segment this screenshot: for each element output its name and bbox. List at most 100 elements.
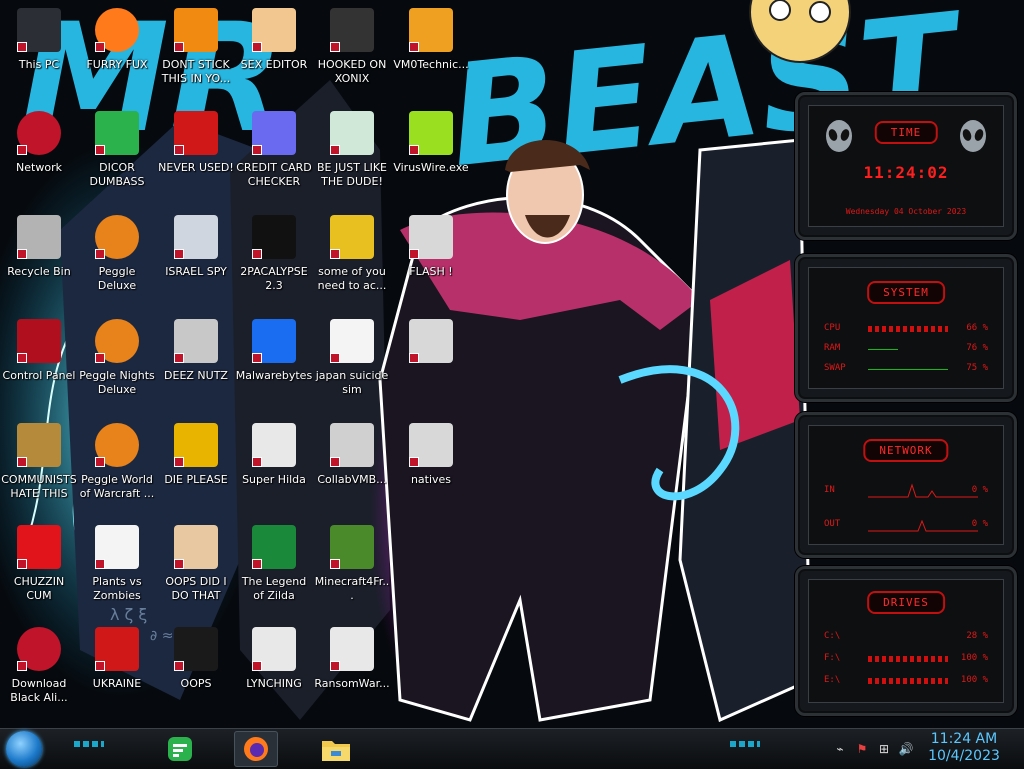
desktop-icon-deez-nutz[interactable]: DEEZ NUTZ [157,315,235,413]
shortcut-arrow-icon [330,661,340,671]
shortcut-arrow-icon [409,145,419,155]
drive-c-value: 28 % [966,631,988,641]
desktop-icon-label: CollabVMB... [317,473,387,486]
hxd-icon [252,8,296,52]
desktop-icon-lynching[interactable]: LYNCHING [235,623,313,721]
firefox-icon [95,8,139,52]
drives-gadget-title: DRIVES [867,591,945,614]
desktop-icon-die-please[interactable]: DIE PLEASE [157,419,235,517]
dog-icon [330,215,374,259]
desktop-icon-recycle-bin[interactable]: Recycle Bin [0,211,78,309]
desktop-icon-plants-zombies[interactable]: Plants vs Zombies [78,521,156,619]
ram-value: 76 % [966,343,988,353]
drive-f-label: F:\ [824,653,841,663]
network-in-label: IN [824,485,835,495]
time-gadget[interactable]: TIME 11:24:02 Wednesday 04 October 2023 [795,92,1017,240]
desktop-icon-minecraft[interactable]: Minecraft4Fr... [313,521,391,619]
desktop-icon-oops-did[interactable]: OOPS DID I DO THAT [157,521,235,619]
desktop-icon-blank[interactable] [392,315,470,413]
recycle-bin-icon [17,215,61,259]
desktop-icon-control-panel[interactable]: Control Panel [0,315,78,413]
cursor-icon[interactable]: ⌁ [832,741,848,757]
desktop-icon-ukraine[interactable]: UKRAINE [78,623,156,721]
generic-file-icon [409,423,453,467]
generic-file-icon [409,215,453,259]
desktop-icon-vm0technic[interactable]: VM0Technic... [392,4,470,102]
peggle-icon [95,423,139,467]
network-gadget[interactable]: NETWORK IN 0 % OUT 0 % [795,412,1017,558]
desktop-icon-collabvmb[interactable]: CollabVMB... [313,419,391,517]
desktop-icon-be-just-like[interactable]: BE JUST LIKE THE DUDE! [313,107,391,205]
desktop-icon-israel-spy[interactable]: ISRAEL SPY [157,211,235,309]
generic-file-icon [409,319,453,363]
shortcut-arrow-icon [95,559,105,569]
shortcut-arrow-icon [409,457,419,467]
desktop-icon-credit-card[interactable]: CREDIT CARD CHECKER [235,107,313,205]
taskbar: ⌁ ⚑ ⊞ 🔊 11:24 AM 10/4/2023 [0,728,1024,769]
taskbar-file-explorer[interactable] [314,731,358,767]
network-status-icon[interactable]: ⊞ [876,741,892,757]
desktop-icon-furry-fux[interactable]: FURRY FUX [78,4,156,102]
desktop-icon-never-used[interactable]: NEVER USED! [157,107,235,205]
taskbar-feedly[interactable] [158,731,202,767]
desktop-icon-label: Super Hilda [242,473,306,486]
shortcut-arrow-icon [95,42,105,52]
drive-e-label: E:\ [824,675,841,685]
desktop-icon-label: FURRY FUX [86,58,148,71]
shortcut-arrow-icon [17,457,27,467]
start-button[interactable] [6,731,42,767]
desktop-icon-some-of-you[interactable]: some of you need to ac... [313,211,391,309]
desktop-icon-ransomware[interactable]: RansomWar... [313,623,391,721]
shortcut-arrow-icon [252,42,262,52]
taskbar-clock[interactable]: 11:24 AM 10/4/2023 [920,731,1008,765]
desktop-icon-label: Peggle Deluxe [97,265,137,292]
shortcut-arrow-icon [174,661,184,671]
desktop-icon-dont-stick[interactable]: DONT STICK THIS IN YO... [157,4,235,102]
pc-icon [17,8,61,52]
desktop-icon-label: VM0Technic... [393,58,469,71]
desktop-icon-natives[interactable]: natives [392,419,470,517]
desktop-icon-legend-zilda[interactable]: The Legend of Zilda [235,521,313,619]
desktop-icon-label: Peggle World of Warcraft ... [79,473,155,500]
taskbar-firefox[interactable] [234,731,278,767]
desktop-icon-this-pc[interactable]: This PC [0,4,78,102]
volume-icon[interactable]: 🔊 [898,741,914,757]
drive-f-value: 100 % [960,653,988,663]
system-gadget[interactable]: SYSTEM CPU 66 % RAM 76 % SWAP 75 % [795,254,1017,402]
clock-time: 11:24 AM [930,731,998,747]
flag-icon[interactable]: ⚑ [854,741,870,757]
desktop-icon-dicor[interactable]: DICOR DUMBASS [78,107,156,205]
desktop-icon-2pacalypse[interactable]: 2PACALYPSE 2.3 [235,211,313,309]
desktop-icon-malwarebytes[interactable]: Malwarebytes [235,315,313,413]
desktop-icon-hooked-xonix[interactable]: HOOKED ON XONIX [313,4,391,102]
shortcut-arrow-icon [174,457,184,467]
santa-icon [330,111,374,155]
desktop-icon-viruswire[interactable]: VirusWire.exe [392,107,470,205]
desktop-icon-super-hilda[interactable]: Super Hilda [235,419,313,517]
doctor-icon [409,8,453,52]
drives-gadget[interactable]: DRIVES C:\ 28 % F:\ 100 % E:\ 100 % [795,566,1017,716]
desktop-icon-peggle-world[interactable]: Peggle World of Warcraft ... [78,419,156,517]
shortcut-arrow-icon [252,457,262,467]
shortcut-arrow-icon [409,353,419,363]
desktop-icon-network[interactable]: Network [0,107,78,205]
desktop-icon-label: OOPS DID I DO THAT [165,575,227,602]
desktop-icon-download-black[interactable]: Download Black Ali... [0,623,78,721]
desktop-icon-flash[interactable]: FLASH ! [392,211,470,309]
shortcut-arrow-icon [174,249,184,259]
desktop-icon-oops[interactable]: OOPS [157,623,235,721]
shortcut-arrow-icon [95,249,105,259]
desktop-icon-chuzzin[interactable]: CHUZZIN CUM [0,521,78,619]
drive-f-row: F:\ 100 % [824,653,988,667]
document-icon [330,319,374,363]
desktop-icon-sex-editor[interactable]: SEX EDITOR [235,4,313,102]
desktop-icon-communists[interactable]: COMMUNISTS HATE THIS G... [0,419,78,517]
swap-row: SWAP 75 % [824,363,988,377]
desktop-icon-peggle-deluxe[interactable]: Peggle Deluxe [78,211,156,309]
desktop-icon-japan-suicide[interactable]: japan suicide sim [313,315,391,413]
gadget-date: Wednesday 04 October 2023 [845,207,967,216]
cpu-row: CPU 66 % [824,323,988,337]
shortcut-arrow-icon [409,249,419,259]
desktop-icon-peggle-nights[interactable]: Peggle Nights Deluxe [78,315,156,413]
desktop-icon-label: BE JUST LIKE THE DUDE! [316,161,388,188]
